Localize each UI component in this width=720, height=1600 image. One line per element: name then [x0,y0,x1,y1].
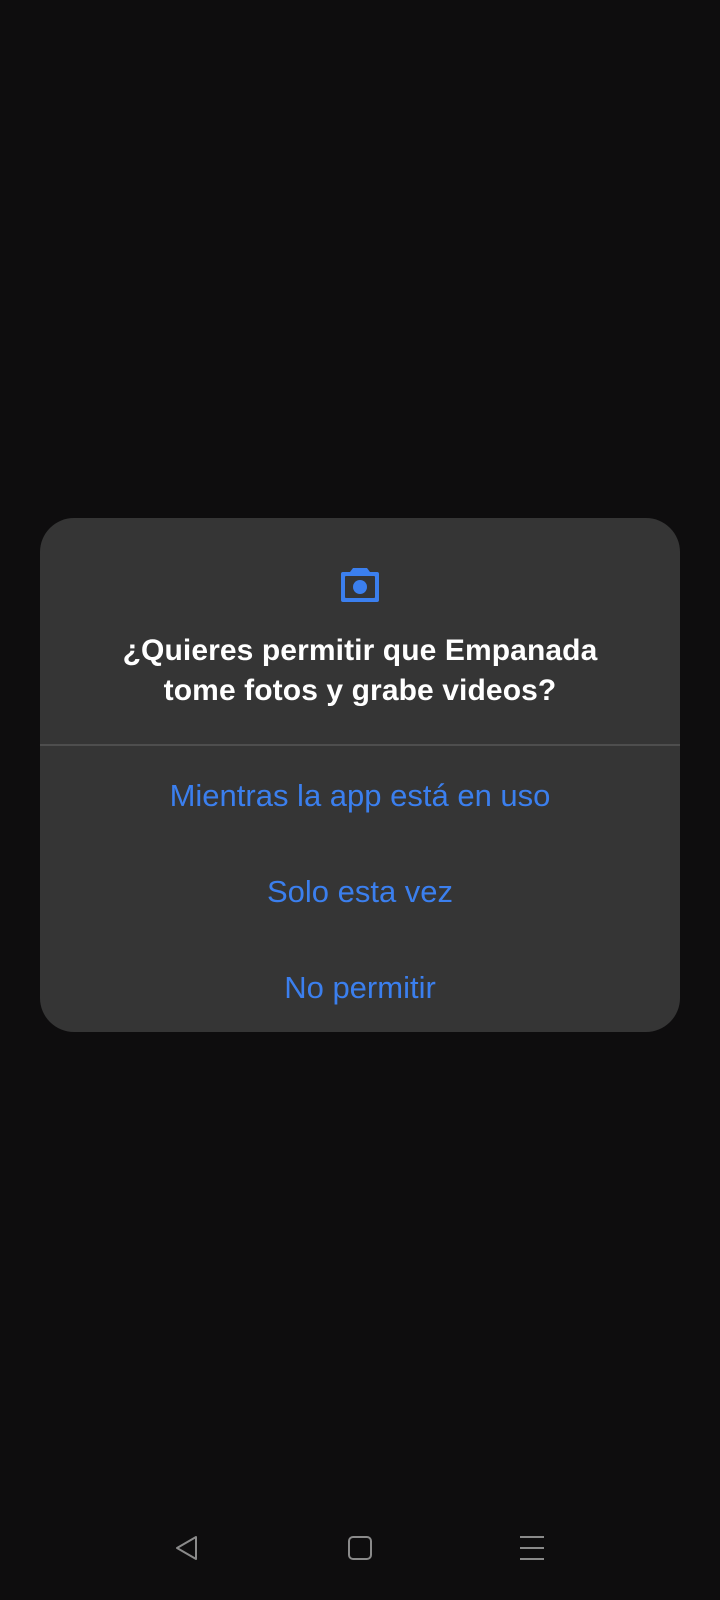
navigation-bar [0,1520,720,1600]
dialog-title-line-1: ¿Quieres permitir que Empanada [122,634,598,667]
back-triangle-icon [174,1535,200,1566]
permission-dialog: ¿Quieres permitir que Empanada tome foto… [40,518,680,1032]
menu-button[interactable] [502,1520,562,1580]
dialog-title-line-2: tome fotos y grabe videos? [163,674,557,707]
camera-icon [339,564,381,604]
home-square-icon [347,1535,373,1566]
home-button[interactable] [330,1520,390,1580]
dialog-title: ¿Quieres permitir que Empanada tome foto… [80,631,640,711]
back-button[interactable] [157,1520,217,1580]
screen: ¿Quieres permitir que Empanada tome foto… [0,0,720,1600]
deny-button[interactable]: No permitir [40,940,680,1032]
dialog-header: ¿Quieres permitir que Empanada tome foto… [40,518,680,744]
allow-once-button[interactable]: Solo esta vez [40,844,680,940]
menu-lines-icon [519,1535,545,1566]
allow-while-using-button[interactable]: Mientras la app está en uso [40,748,680,844]
